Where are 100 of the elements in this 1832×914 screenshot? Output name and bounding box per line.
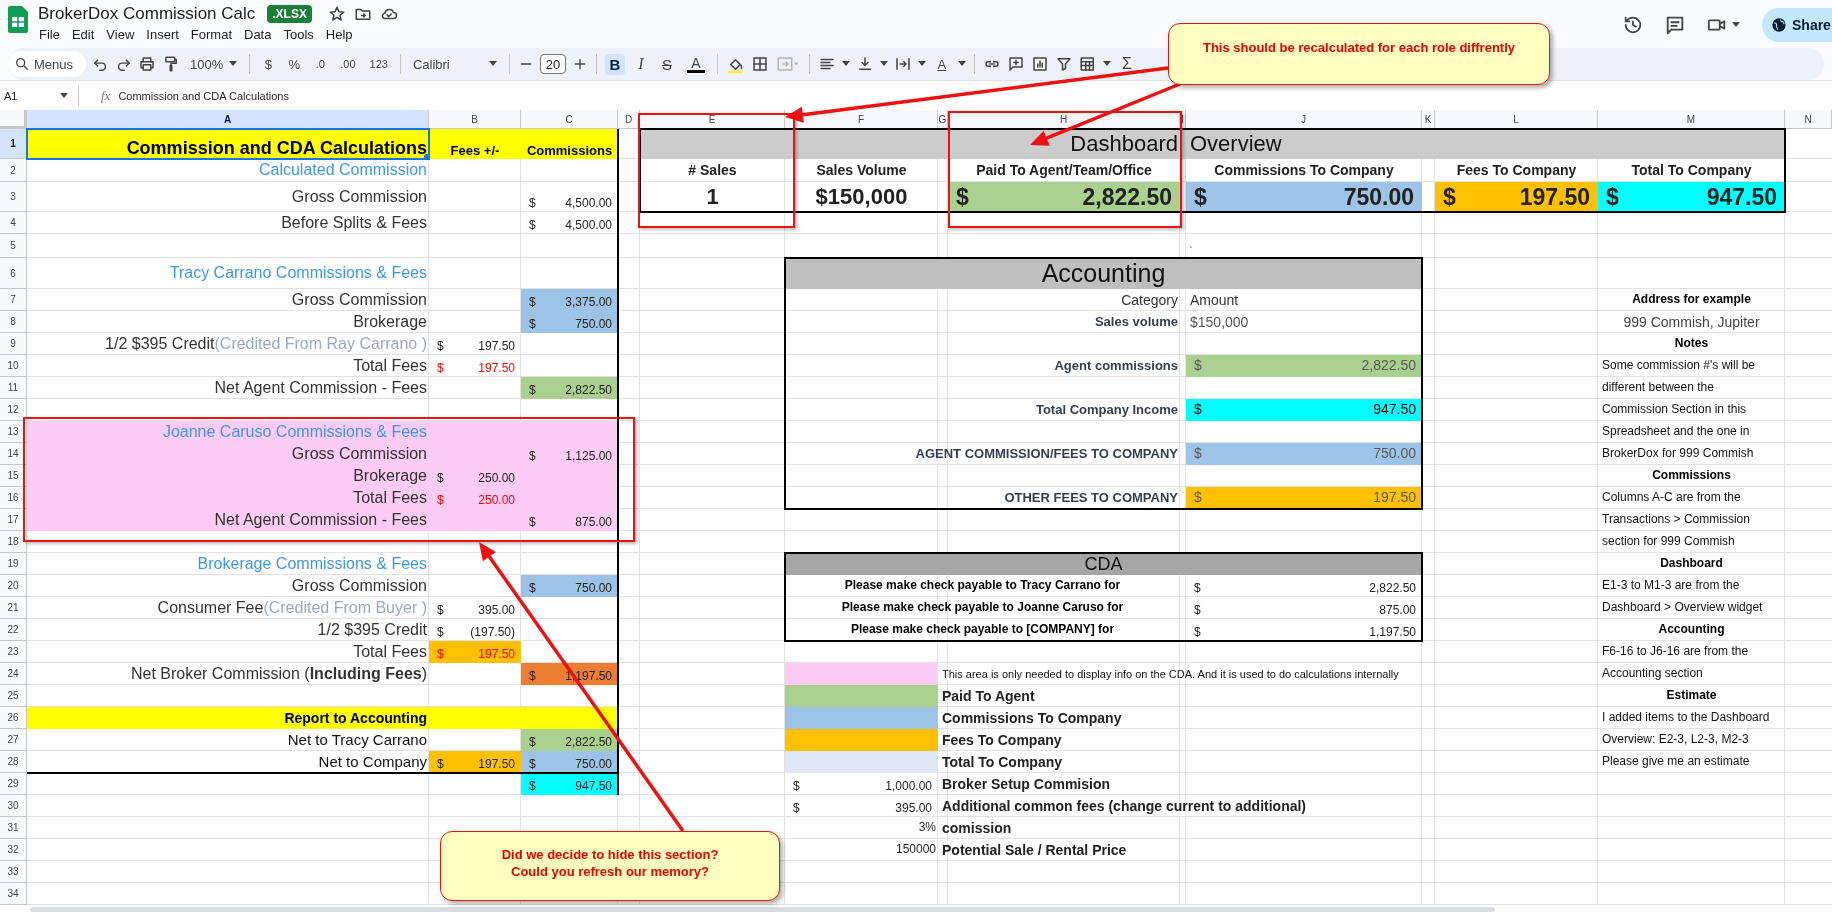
row-header[interactable]: 19 [0, 553, 27, 575]
history-icon[interactable] [1622, 14, 1644, 36]
borders-icon[interactable] [750, 55, 769, 73]
row-header[interactable]: 21 [0, 597, 27, 619]
row-header[interactable]: 5 [0, 234, 27, 258]
column-header[interactable]: G [938, 110, 948, 129]
column-header[interactable]: N [1785, 110, 1832, 129]
money-cell-text: $ 2,822.50 [1193, 580, 1417, 597]
note-text: Columns A-C are from the [1601, 491, 1742, 505]
menu-item[interactable]: File [38, 26, 67, 43]
comment-icon[interactable] [1664, 14, 1686, 36]
caret-icon[interactable] [957, 61, 966, 67]
row-header[interactable]: 17 [0, 509, 27, 531]
horizontal-scrollbar[interactable] [30, 907, 1495, 912]
strikethrough-button[interactable]: S [656, 53, 677, 75]
menu-item[interactable]: Edit [70, 26, 102, 43]
caret-icon[interactable] [879, 61, 888, 67]
caret-icon[interactable] [841, 61, 850, 67]
callout-note: Did we decide to hide this section? Could you refresh our memory? [440, 831, 780, 901]
menu-item[interactable]: Format [189, 26, 239, 43]
row-header[interactable]: 23 [0, 641, 27, 663]
document-title[interactable]: BrokerDox Commission Calc [38, 4, 256, 24]
row-header[interactable]: 14 [0, 443, 27, 465]
row-header[interactable]: 25 [0, 685, 27, 707]
share-button[interactable]: Share [1762, 8, 1832, 42]
row-header[interactable]: 2 [0, 159, 27, 182]
bold-button[interactable]: B [604, 53, 625, 75]
row-header[interactable]: 6 [0, 258, 27, 289]
row-header[interactable]: 7 [0, 289, 27, 311]
star-icon[interactable] [327, 5, 346, 23]
caret-icon[interactable] [60, 92, 68, 99]
panel-title: Overview [1189, 131, 1283, 157]
row-header[interactable]: 9 [0, 333, 27, 355]
menu-item[interactable]: Insert [145, 26, 186, 43]
row-header[interactable]: 13 [0, 421, 27, 443]
number-format-button[interactable]: .00 [336, 56, 360, 72]
legend-label: Additional common fees (change current to additional) [941, 797, 1308, 815]
row-header[interactable]: 27 [0, 729, 27, 751]
row-header[interactable]: 12 [0, 399, 27, 421]
row-header[interactable]: 34 [0, 883, 27, 905]
number-format-button[interactable]: 123 [365, 56, 392, 72]
formula-field[interactable]: Commission and CDA Calculations [118, 89, 289, 102]
menu-item[interactable]: Tools [282, 26, 321, 43]
caret-icon[interactable] [1102, 61, 1111, 67]
row-header[interactable]: 3 [0, 182, 27, 212]
paint-format-icon[interactable] [162, 55, 180, 73]
font-size-field[interactable]: 20 [539, 54, 566, 74]
row-header[interactable]: 32 [0, 839, 27, 861]
note-text: I added items to the Dashboard [1601, 711, 1771, 725]
caret-icon[interactable] [917, 61, 926, 67]
money-cell-text: $ 250.00 [436, 470, 516, 487]
row-header[interactable]: 18 [0, 531, 27, 553]
row-header[interactable]: 28 [0, 751, 27, 773]
filter-icon[interactable] [1054, 55, 1073, 73]
text-wrap-icon[interactable] [893, 55, 912, 73]
caret-icon[interactable] [1732, 22, 1740, 28]
text-rotation-button[interactable]: A [931, 54, 952, 74]
row-header[interactable]: 20 [0, 575, 27, 597]
row-header[interactable]: 10 [0, 355, 27, 377]
chart-icon[interactable] [1030, 55, 1049, 73]
menu-item[interactable]: Help [324, 26, 360, 43]
row-header[interactable]: 30 [0, 795, 27, 817]
print-icon[interactable] [138, 55, 156, 73]
row-header[interactable]: 11 [0, 377, 27, 399]
row-header[interactable]: 26 [0, 707, 27, 729]
row-header[interactable]: 31 [0, 817, 27, 839]
text-color-button[interactable]: A [682, 53, 709, 75]
row-header[interactable]: 29 [0, 773, 27, 795]
functions-button[interactable]: Σ [1116, 53, 1137, 75]
menu-item[interactable]: Data [243, 26, 279, 43]
spreadsheet-logo-icon[interactable] [8, 6, 28, 33]
legend-label: Fees To Company [941, 731, 1063, 749]
money-cell-text: $ 2,822.50 [1193, 356, 1417, 375]
row-header[interactable]: 1 [0, 129, 27, 159]
menu-search-field[interactable]: Menus [8, 51, 86, 77]
table-icon[interactable] [1078, 55, 1097, 73]
italic-button[interactable]: I [630, 53, 651, 75]
name-box-field[interactable]: A1 [4, 89, 52, 102]
row-header[interactable]: 33 [0, 861, 27, 883]
number-format-button[interactable]: % [284, 54, 305, 74]
row-header[interactable]: 4 [0, 212, 27, 234]
row-header[interactable]: 8 [0, 311, 27, 333]
font-dropdown[interactable]: Calibri [408, 54, 501, 74]
zoom-dropdown[interactable]: 100% [186, 54, 242, 74]
number-cell-text: 3% [917, 821, 937, 835]
row-header[interactable]: 15 [0, 465, 27, 487]
row-header[interactable]: 22 [0, 619, 27, 641]
column-header[interactable]: C [521, 110, 618, 129]
money-cell-text: $ (197.50) [436, 624, 516, 641]
column-header[interactable]: B [429, 110, 521, 129]
money-cell-text: $ 197.50 [436, 646, 516, 663]
row-header[interactable]: 16 [0, 487, 27, 509]
menu-item[interactable]: View [105, 26, 142, 43]
money-cell-text: $ 750.00 [528, 580, 613, 597]
add-comment-icon[interactable] [1006, 55, 1025, 73]
number-format-button[interactable]: .0 [310, 56, 331, 72]
column-header[interactable]: D [618, 110, 640, 129]
number-format-button[interactable]: $ [258, 54, 279, 74]
row-header[interactable]: 24 [0, 663, 27, 685]
row-label: OTHER FEES TO COMPANY [1003, 490, 1179, 506]
